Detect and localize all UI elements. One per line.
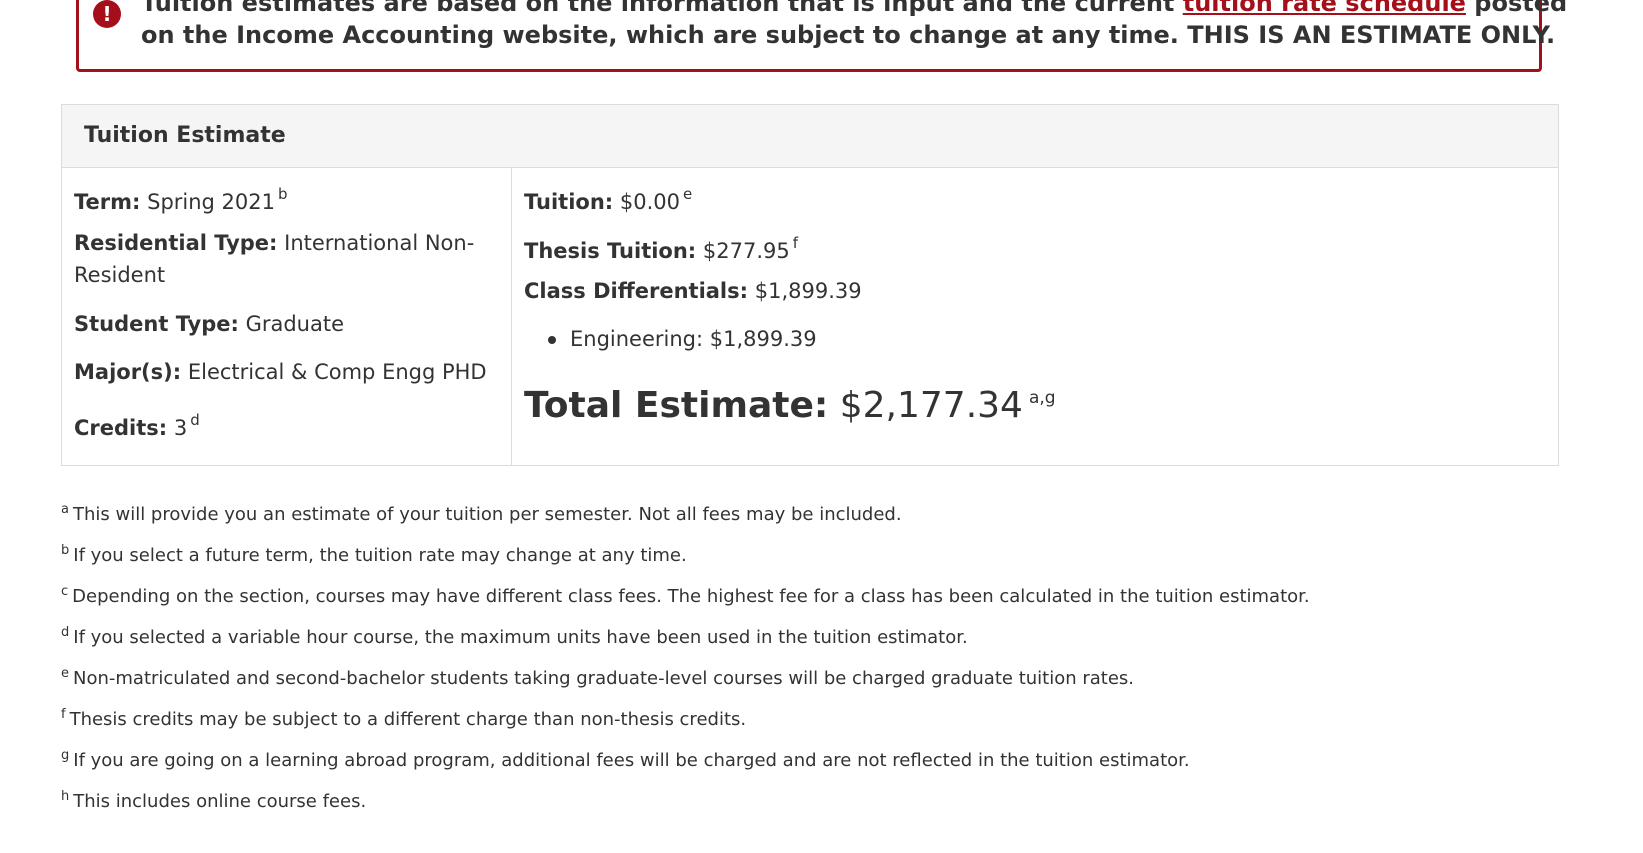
tuition-field: Tuition: $0.00 e — [524, 178, 692, 218]
majors-field: Major(s): Electrical & Comp Engg PHD — [74, 356, 487, 388]
class-differentials-value: $1,899.39 — [754, 279, 862, 303]
footnote-text: This includes online course fees. — [73, 791, 367, 812]
footnote-item: e Non-matriculated and second-bachelor st… — [61, 661, 1134, 692]
footnote-item: a This will provide you an estimate of yo… — [61, 497, 902, 528]
student-type-field: Student Type: Graduate — [74, 308, 344, 340]
footnote-mark: c — [61, 584, 69, 599]
disclaimer-alert: ! Tuition estimates are based on the inf… — [76, 0, 1567, 72]
footnote-text: Non-matriculated and second-bachelor stu… — [73, 668, 1135, 689]
footnote-item: g If you are going on a learning abroad p… — [61, 743, 1190, 774]
alert-text-part2: posted — [1465, 0, 1568, 17]
residential-type-field: Residential Type: International Non- Res… — [74, 227, 494, 291]
residential-type-value-line1: International Non- — [284, 231, 475, 255]
majors-value: Electrical & Comp Engg PHD — [187, 360, 487, 384]
footnote-mark: h — [61, 789, 70, 804]
footnote-text: If you selected a variable hour course, … — [73, 627, 968, 648]
footnote-mark: e — [61, 666, 69, 681]
credits-value: 3 — [173, 416, 188, 440]
student-type-value: Graduate — [245, 312, 345, 336]
footnote-item: c Depending on the section, courses may h… — [61, 579, 1310, 610]
residential-type-value-line2: Resident — [74, 263, 166, 287]
cost-breakdown-column: Tuition: $0.00 e Thesis Tuition: $277.95 f… — [512, 168, 1558, 465]
footnote-mark: b — [61, 543, 70, 558]
residential-type-label: Residential Type: — [74, 231, 278, 255]
tuition-footnote-mark: e — [683, 185, 693, 203]
class-differentials-label: Class Differentials: — [524, 279, 749, 303]
credits-footnote-mark: d — [190, 411, 200, 429]
thesis-tuition-value: $277.95 — [702, 239, 790, 263]
footnote-mark: a — [61, 502, 69, 517]
total-estimate: Total Estimate: $2,177.34 a,g — [524, 376, 1056, 428]
exclamation-circle-icon: ! — [93, 0, 121, 28]
footnote-text: Thesis credits may be subject to a diffe… — [69, 709, 747, 730]
footnote-text: If you select a future term, the tuition… — [73, 545, 687, 566]
term-label: Term: — [74, 190, 141, 214]
tuition-label: Tuition: — [524, 190, 614, 214]
class-differentials-field: Class Differentials: $1,899.39 — [524, 275, 862, 307]
panel-header: Tuition Estimate — [62, 105, 1558, 168]
term-field: Term: Spring 2021 b — [74, 178, 288, 218]
term-footnote-mark: b — [278, 185, 288, 203]
footnote-text: Depending on the section, courses may ha… — [72, 586, 1310, 607]
footnote-mark: d — [61, 625, 70, 640]
footnote-mark: f — [61, 707, 66, 722]
thesis-footnote-mark: f — [792, 234, 799, 252]
thesis-tuition-label: Thesis Tuition: — [524, 239, 697, 263]
footnote-item: h This includes online course fees. — [61, 784, 366, 815]
footnote-mark: g — [61, 748, 70, 763]
footnote-item: b If you select a future term, the tuitio… — [61, 538, 687, 569]
differential-item-engineering: Engineering: $1,899.39 — [548, 323, 817, 355]
total-footnote-mark: a,g — [1028, 388, 1056, 408]
tuition-estimate-panel: Tuition Estimate Term: Spring 2021 b Resi… — [61, 104, 1559, 466]
tuition-value: $0.00 — [619, 190, 680, 214]
alert-message: Tuition estimates are based on the infor… — [141, 0, 1567, 51]
footnote-text: This will provide you an estimate of you… — [72, 504, 902, 525]
total-estimate-label: Total Estimate: — [524, 385, 829, 426]
credits-label: Credits: — [74, 416, 168, 440]
tuition-rate-schedule-link[interactable]: tuition rate schedule — [1183, 0, 1466, 17]
thesis-tuition-field: Thesis Tuition: $277.95 f — [524, 227, 798, 267]
footnote-text: If you are going on a learning abroad pr… — [73, 750, 1190, 771]
student-type-label: Student Type: — [74, 312, 239, 336]
panel-title: Tuition Estimate — [84, 123, 286, 148]
student-info-column: Term: Spring 2021 b Residential Type: Int… — [62, 168, 512, 465]
footnote-item: d If you selected a variable hour course,… — [61, 620, 968, 651]
footnote-item: f Thesis credits may be subject to a diff… — [61, 702, 746, 733]
term-value: Spring 2021 — [147, 190, 275, 214]
majors-label: Major(s): — [74, 360, 182, 384]
total-estimate-value: $2,177.34 — [839, 385, 1023, 426]
alert-text-part1: Tuition estimates are based on the infor… — [141, 0, 1183, 17]
alert-text-line2: on the Income Accounting website, which … — [141, 21, 1556, 49]
credits-field: Credits: 3d — [74, 404, 200, 444]
